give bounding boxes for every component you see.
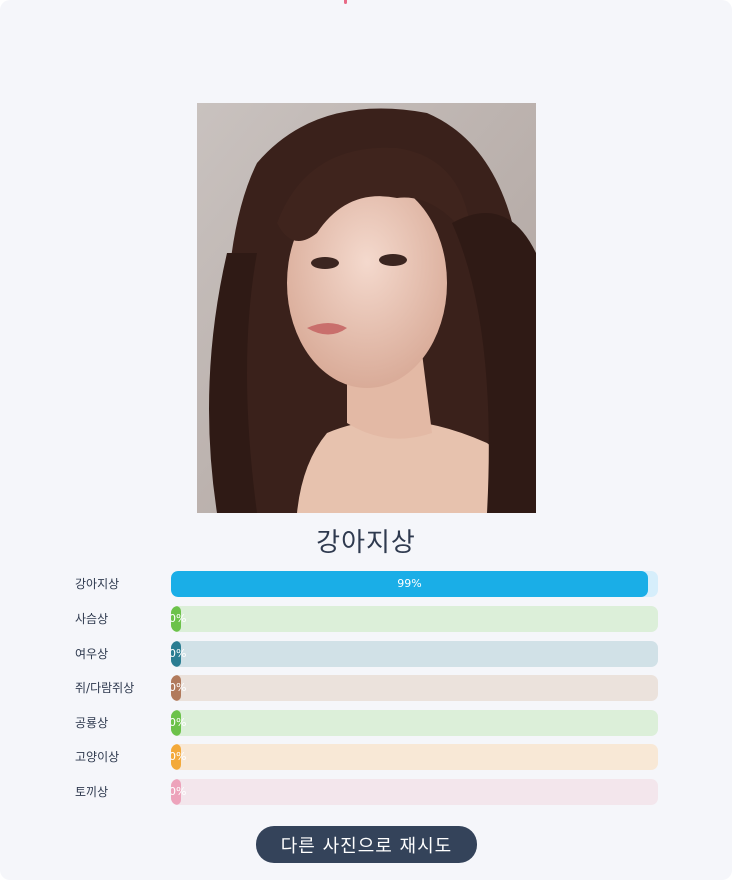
bar-percent: 0% xyxy=(171,716,187,729)
row-label: 공룡상 xyxy=(75,716,109,730)
row-label: 쥐/다람쥐상 xyxy=(75,681,135,695)
bar-track: 0% xyxy=(171,641,658,667)
portrait-image xyxy=(197,103,536,513)
retry-button[interactable]: 다른 사진으로 재시도 xyxy=(256,826,477,863)
result-row: 고양이상 0% xyxy=(0,744,732,770)
bar-track: 0% xyxy=(171,779,658,805)
bar-percent: 0% xyxy=(171,612,187,625)
result-card: 강아지상 강아지상 99% 사슴상 0% 여우상 0% 쥐/다람쥐상 0% 공룡상 0% 고양이상 0… xyxy=(0,0,732,880)
bar-percent: 0% xyxy=(171,647,187,660)
row-label: 여우상 xyxy=(75,647,109,661)
row-label: 강아지상 xyxy=(75,577,120,591)
top-accent-bar xyxy=(344,0,347,4)
bar-percent: 0% xyxy=(171,750,187,763)
result-row: 공룡상 0% xyxy=(0,710,732,736)
result-row: 쥐/다람쥐상 0% xyxy=(0,675,732,701)
result-row: 강아지상 99% xyxy=(0,571,732,597)
bar-track: 0% xyxy=(171,606,658,632)
result-row: 여우상 0% xyxy=(0,641,732,667)
row-label: 사슴상 xyxy=(75,612,109,626)
uploaded-photo xyxy=(197,103,536,513)
result-row: 사슴상 0% xyxy=(0,606,732,632)
result-row: 토끼상 0% xyxy=(0,779,732,805)
bar-track: 0% xyxy=(171,710,658,736)
bar-percent: 0% xyxy=(171,681,187,694)
bar-track: 0% xyxy=(171,744,658,770)
bar-track: 0% xyxy=(171,675,658,701)
bar-percent: 99% xyxy=(397,577,422,590)
bar-track: 99% xyxy=(171,571,658,597)
result-title: 강아지상 xyxy=(316,528,416,558)
row-label: 토끼상 xyxy=(75,785,109,799)
bar-percent: 0% xyxy=(171,785,187,798)
row-label: 고양이상 xyxy=(75,750,120,764)
